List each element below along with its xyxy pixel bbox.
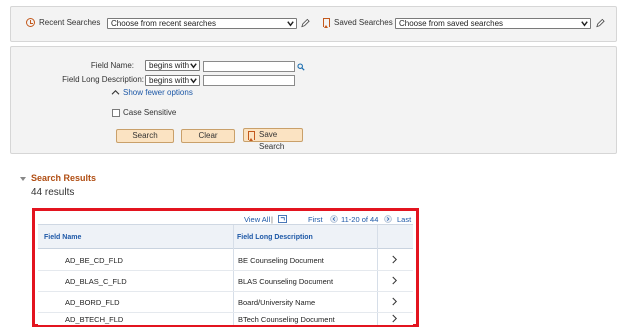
previous-page-icon[interactable] — [330, 215, 338, 223]
cell-field-name: AD_BE_CD_FLD — [65, 256, 123, 265]
table-row[interactable]: AD_BLAS_C_FLD BLAS Counseling Document — [38, 271, 413, 291]
collapse-triangle-icon[interactable] — [20, 177, 26, 181]
field-long-description-input[interactable] — [203, 75, 295, 86]
cell-field-name: AD_BTECH_FLD — [65, 315, 124, 324]
bookmark-icon — [248, 131, 255, 141]
search-results-header[interactable]: Search Results — [31, 173, 96, 183]
field-long-description-operator-value: begins with — [149, 76, 190, 85]
grid-navigation-bar: View All | First 11-20 of 44 Last — [38, 214, 413, 225]
chevron-up-icon[interactable] — [111, 89, 120, 96]
table-row[interactable]: AD_BTECH_FLD BTech Counseling Document — [38, 313, 413, 325]
first-page-link[interactable]: First — [308, 215, 323, 224]
clear-button[interactable]: Clear — [181, 129, 235, 143]
cell-description: Board/University Name — [238, 298, 316, 307]
cell-field-name: AD_BORD_FLD — [65, 298, 120, 307]
chevron-right-icon[interactable] — [391, 255, 398, 264]
field-long-description-label: Field Long Description: — [62, 75, 144, 84]
cell-description: BLAS Counseling Document — [238, 277, 334, 286]
show-fewer-options-link[interactable]: Show fewer options — [123, 88, 193, 97]
chevron-down-icon — [581, 21, 588, 27]
saved-searches-bookmark-icon — [323, 18, 330, 28]
save-search-label: Save Search — [259, 130, 285, 151]
saved-searches-label: Saved Searches — [334, 18, 393, 27]
last-page-link[interactable]: Last — [397, 215, 411, 224]
column-header-field-long-description[interactable]: Field Long Description — [237, 234, 313, 241]
chevron-down-icon — [190, 78, 197, 84]
cell-description: BTech Counseling Document — [238, 315, 335, 324]
view-all-link[interactable]: View All — [244, 215, 270, 224]
table-row[interactable]: AD_BORD_FLD Board/University Name — [38, 292, 413, 312]
cell-field-name: AD_BLAS_C_FLD — [65, 277, 127, 286]
field-name-input[interactable] — [203, 61, 295, 72]
recent-searches-value: Choose from recent searches — [111, 19, 216, 28]
edit-saved-pencil-icon[interactable] — [596, 18, 605, 28]
chevron-down-icon — [190, 63, 197, 69]
field-name-operator-select[interactable]: begins with — [145, 60, 200, 71]
save-search-button[interactable]: Save Search — [243, 128, 303, 151]
zoom-grid-icon[interactable] — [278, 215, 287, 223]
next-page-icon[interactable] — [384, 215, 392, 223]
saved-searches-dropdown[interactable]: Choose from saved searches — [395, 18, 591, 29]
case-sensitive-checkbox[interactable] — [112, 109, 120, 117]
column-header-field-name[interactable]: Field Name — [44, 234, 81, 241]
chevron-down-icon — [287, 21, 294, 27]
edit-recent-pencil-icon[interactable] — [301, 18, 310, 28]
recent-searches-label: Recent Searches — [39, 18, 101, 27]
table-row[interactable]: AD_BE_CD_FLD BE Counseling Document — [38, 250, 413, 270]
results-count: 44 results — [31, 187, 75, 198]
case-sensitive-label: Case Sensitive — [123, 108, 177, 117]
saved-searches-value: Choose from saved searches — [399, 19, 504, 28]
cell-description: BE Counseling Document — [238, 256, 324, 265]
recent-searches-dropdown[interactable]: Choose from recent searches — [107, 18, 297, 29]
chevron-right-icon[interactable] — [391, 276, 398, 285]
chevron-right-icon[interactable] — [391, 314, 398, 323]
chevron-right-icon[interactable] — [391, 297, 398, 306]
field-long-description-operator-select[interactable]: begins with — [145, 75, 200, 86]
results-grid-highlight: View All | First 11-20 of 44 Last Field … — [32, 208, 419, 327]
search-button[interactable]: Search — [116, 129, 174, 143]
results-grid: View All | First 11-20 of 44 Last Field … — [38, 214, 413, 325]
recent-searches-icon — [26, 18, 35, 27]
page-range: 11-20 of 44 — [341, 215, 379, 224]
field-name-operator-value: begins with — [149, 61, 190, 70]
nav-separator: | — [271, 215, 273, 224]
grid-column-header-row: Field Name Field Long Description — [38, 225, 413, 249]
search-icon[interactable] — [297, 63, 305, 71]
field-name-label: Field Name: — [90, 61, 134, 70]
